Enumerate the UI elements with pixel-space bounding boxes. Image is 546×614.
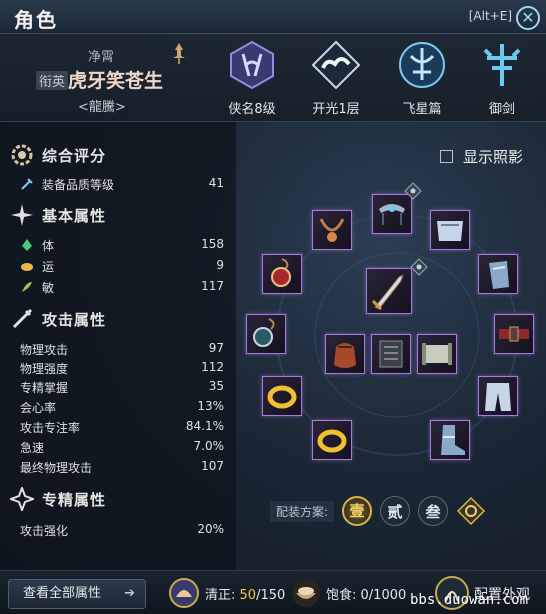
show-shadow-toggle[interactable]: 显示照影 <box>440 146 523 167</box>
purity-emblem-icon <box>169 578 199 608</box>
rank-feixing[interactable]: 飞星篇 <box>386 40 458 117</box>
section-specialty: 专精属性 <box>10 486 106 512</box>
stat-row: 急速 7.0% <box>20 439 224 455</box>
agility-icon <box>22 282 32 292</box>
belt-icon <box>499 326 529 342</box>
section-attack: 攻击属性 <box>10 306 106 332</box>
food-bowl-icon <box>292 579 320 607</box>
sword-weapon-icon <box>371 274 404 311</box>
section-title: 攻击属性 <box>42 310 107 329</box>
preset-2-button[interactable]: 贰 <box>380 496 411 526</box>
stat-row: 运 9 <box>20 258 226 277</box>
eye-icon[interactable] <box>410 258 428 276</box>
eye-icon[interactable] <box>404 182 422 200</box>
close-button[interactable]: ✕ <box>516 6 540 30</box>
gold-ring-icon <box>317 429 347 453</box>
hotkey-label: [Alt+E] <box>468 9 512 23</box>
cloud-emblem-icon <box>311 40 361 90</box>
stat-row: 最终物理攻击 107 <box>20 459 224 475</box>
book-icon <box>379 340 403 368</box>
equip-slot-ring-2[interactable] <box>312 420 352 460</box>
stat-row: 敏 117 <box>20 279 226 298</box>
preset-3-button[interactable]: 叁 <box>418 496 449 526</box>
flying-star-icon <box>399 42 445 88</box>
pin-icon[interactable] <box>170 42 188 64</box>
settings-gear-icon[interactable] <box>456 496 486 526</box>
equip-slot-necklace[interactable] <box>312 210 352 250</box>
rank-label: 御剑 <box>488 102 515 117</box>
equip-slot-head[interactable] <box>372 194 412 234</box>
gear-rating-icon <box>11 144 33 166</box>
scroll-icon <box>422 343 452 365</box>
window-title: 角色 <box>14 8 58 32</box>
equip-slot-boots[interactable] <box>430 420 470 460</box>
title-bar: 角色 [Alt+E] ✕ <box>0 0 546 34</box>
equip-slot-book[interactable] <box>371 334 411 374</box>
section-overall: 综合评分 <box>10 142 106 168</box>
show-shadow-checkbox[interactable] <box>440 150 453 163</box>
stat-row: 体 158 <box>20 237 226 256</box>
stat-row: 攻击专注率 84.1% <box>20 419 224 435</box>
preset-1-button[interactable]: 壹 <box>342 496 373 526</box>
pouch-icon <box>334 343 356 368</box>
rank-label: 侠名8级 <box>228 102 276 117</box>
sword-flight-icon <box>483 44 521 86</box>
equip-slot-leggings[interactable] <box>478 376 518 416</box>
rank-kaiguang[interactable]: 开光1层 <box>300 40 372 117</box>
knight-rank-icon <box>230 40 274 90</box>
jade-amulet-icon <box>253 318 275 347</box>
guild-name: 净霄 <box>88 50 115 65</box>
equip-slot-amulet[interactable] <box>246 314 286 354</box>
stat-row: 会心率 13% <box>20 399 224 415</box>
rank-yujian[interactable]: 御剑 <box>466 40 538 117</box>
stat-row: 物理强度 112 <box>20 360 224 376</box>
show-shadow-label: 显示照影 <box>463 148 524 166</box>
character-header: 净霄 衔英 虎牙笑苍生 <龍騰> 侠名8级 开光1层 飞星篇 御剑 <box>0 34 546 122</box>
section-title: 综合评分 <box>42 146 107 165</box>
satiety-stat: 饱食: 0/1000 <box>326 588 407 603</box>
watermark: bbs.duowan.com <box>410 592 529 608</box>
headpiece-icon <box>379 204 405 225</box>
gold-ring-icon <box>267 385 297 409</box>
section-title: 专精属性 <box>42 490 107 509</box>
stat-row: 攻击强化 20% <box>20 522 224 538</box>
loadout-label: 配装方案: <box>270 500 335 522</box>
sword-icon <box>12 308 33 329</box>
bracer-icon <box>489 261 509 289</box>
boots-icon <box>441 425 465 455</box>
equip-slot-shoulder[interactable] <box>430 210 470 250</box>
equip-slot-ring-1[interactable] <box>262 376 302 416</box>
equip-slot-weapon[interactable] <box>366 268 412 314</box>
stat-row: 专精掌握 35 <box>20 379 224 395</box>
constitution-icon <box>22 239 32 251</box>
section-basic: 基本属性 <box>10 202 106 228</box>
stat-row: 装备品质等级 41 <box>20 176 226 195</box>
star-burst-icon <box>11 204 33 226</box>
arrow-right-icon: ➔ <box>124 586 135 601</box>
stat-row: 物理攻击 97 <box>20 341 224 357</box>
necklace-icon <box>319 218 345 242</box>
character-title: <龍騰> <box>78 100 126 115</box>
attribute-panel: 综合评分 装备品质等级 41 基本属性 体 158 运 9 敏 117 攻击属性… <box>0 122 236 570</box>
rank-knight[interactable]: 侠名8级 <box>216 40 288 117</box>
loadout-bar: 配装方案: 壹 贰 叁 <box>270 496 486 526</box>
purity-stat: 清正: 50/150 <box>205 588 286 603</box>
luck-icon <box>21 263 33 271</box>
shoulder-armor-icon <box>437 221 463 241</box>
red-pendant-icon <box>271 258 291 287</box>
leggings-icon <box>485 383 511 411</box>
view-all-attributes-button[interactable]: 查看全部属性 ➔ <box>8 579 146 609</box>
rank-badge: 衔英 <box>36 71 69 90</box>
equipment-quality-icon <box>21 178 33 190</box>
equip-slot-pendant[interactable] <box>262 254 302 294</box>
section-title: 基本属性 <box>42 206 107 225</box>
character-name: 虎牙笑苍生 <box>68 70 164 92</box>
compass-star-icon <box>10 487 34 511</box>
equip-slot-pouch[interactable] <box>325 334 365 374</box>
rank-label: 开光1层 <box>312 102 360 117</box>
rank-label: 飞星篇 <box>402 102 442 117</box>
equip-slot-scroll[interactable] <box>417 334 457 374</box>
equip-slot-bracer[interactable] <box>478 254 518 294</box>
equip-slot-belt[interactable] <box>494 314 534 354</box>
